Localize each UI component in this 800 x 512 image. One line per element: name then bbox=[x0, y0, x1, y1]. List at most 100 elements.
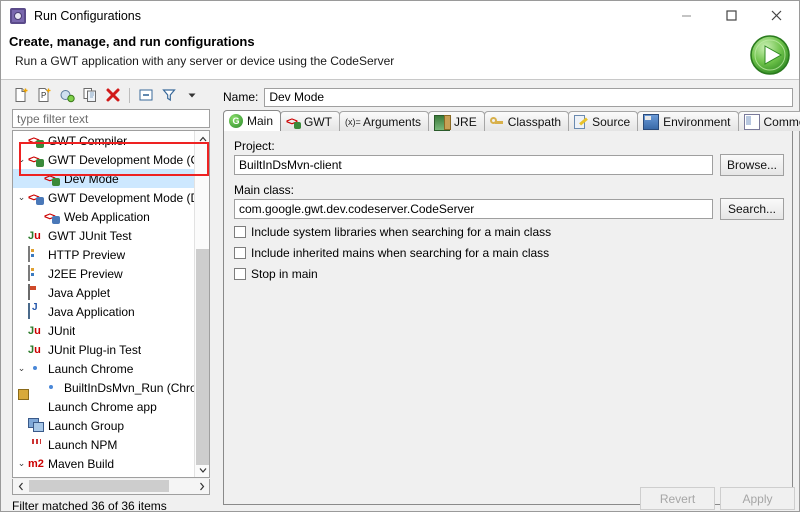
tab-label: JRE bbox=[454, 114, 477, 129]
tree-item-label: GWT Development Mode (CodeServer) bbox=[48, 152, 195, 167]
tree-item[interactable]: <> GWT Compiler bbox=[13, 131, 195, 150]
maximize-button[interactable] bbox=[709, 1, 754, 30]
title-bar: Run Configurations bbox=[1, 1, 799, 30]
chevron-down-icon[interactable]: ⌄ bbox=[15, 188, 28, 207]
preview-icon bbox=[28, 245, 44, 263]
checkbox-stop-in-main[interactable]: Stop in main bbox=[234, 267, 318, 281]
filter-icon[interactable] bbox=[159, 85, 179, 105]
duplicate-icon[interactable] bbox=[80, 85, 100, 105]
tree-item[interactable]: <> Web Application bbox=[13, 207, 195, 226]
tree-item[interactable]: Ju JUnit Plug-in Test bbox=[13, 340, 195, 359]
tree-item[interactable]: HTTP Preview bbox=[13, 245, 195, 264]
tree-item[interactable]: m2 BuiltInDsMvn_package bbox=[13, 473, 195, 478]
collapse-all-icon[interactable] bbox=[136, 85, 156, 105]
tree-hscroll-thumb[interactable] bbox=[29, 480, 169, 492]
browse-button[interactable]: Browse... bbox=[720, 154, 784, 176]
tab-source[interactable]: Source bbox=[568, 111, 639, 131]
name-input[interactable]: Dev Mode bbox=[264, 87, 793, 107]
tree-vertical-scrollbar[interactable] bbox=[194, 131, 209, 477]
tree-item[interactable]: Java Application bbox=[13, 302, 195, 321]
tree-item[interactable]: ⌄ m2 Maven Build bbox=[13, 454, 195, 473]
configurations-tree[interactable]: <>GWT Compiler⌄<>GWT Development Mode (C… bbox=[12, 130, 210, 478]
chrome-icon bbox=[44, 380, 60, 396]
filter-input[interactable]: type filter text bbox=[12, 109, 210, 128]
chevron-right-icon[interactable] bbox=[194, 479, 209, 493]
tree-item-label: HTTP Preview bbox=[48, 247, 126, 262]
menu-dropdown-icon[interactable] bbox=[182, 85, 202, 105]
close-button[interactable] bbox=[754, 1, 799, 30]
checkbox-include-inherited-mains[interactable]: Include inherited mains when searching f… bbox=[234, 246, 549, 260]
tab-gwt[interactable]: <> GWT bbox=[280, 111, 341, 131]
checkbox-box[interactable] bbox=[234, 247, 246, 259]
revert-button[interactable]: Revert bbox=[640, 487, 715, 510]
tree-twisty-empty bbox=[15, 435, 28, 454]
tree-item-label: Maven Build bbox=[48, 456, 115, 471]
maven-icon: m2 bbox=[44, 475, 60, 478]
tree-twisty-empty bbox=[15, 283, 28, 302]
tree-item[interactable]: BuiltInDsMvn_Run (Chrome) bbox=[13, 378, 195, 397]
tree-item[interactable]: ⌄ Launch Chrome bbox=[13, 359, 195, 378]
checkbox-label: Include system libraries when searching … bbox=[251, 225, 552, 239]
gwt-devmode-icon: <> bbox=[28, 191, 40, 204]
checkbox-box[interactable] bbox=[234, 226, 246, 238]
search-button[interactable]: Search... bbox=[720, 198, 784, 220]
main-class-input-value: com.google.gwt.dev.codeserver.CodeServer bbox=[239, 202, 475, 216]
checkbox-box[interactable] bbox=[234, 268, 246, 280]
tab-classpath[interactable]: Classpath bbox=[483, 111, 570, 131]
tab-label: Environment bbox=[663, 114, 731, 129]
tree-twisty-empty bbox=[15, 131, 28, 150]
tree-item[interactable]: Ju GWT JUnit Test bbox=[13, 226, 195, 245]
tree-item[interactable]: Launch NPM bbox=[13, 435, 195, 454]
minimize-button[interactable] bbox=[664, 1, 709, 30]
gwt-codeserver-icon: <> bbox=[28, 153, 40, 166]
maven-icon: m2 bbox=[28, 457, 44, 470]
tab-label: Common bbox=[763, 114, 800, 129]
tree-twisty-empty bbox=[15, 226, 28, 245]
tab-main[interactable]: G Main bbox=[223, 110, 282, 131]
export-icon[interactable] bbox=[57, 85, 77, 105]
run-configurations-icon bbox=[10, 7, 26, 24]
project-input[interactable]: BuiltInDsMvn-client bbox=[234, 155, 713, 175]
source-tab-icon bbox=[574, 114, 588, 129]
tab-arguments[interactable]: (x)= Arguments bbox=[339, 111, 430, 131]
checkbox-include-system-libraries[interactable]: Include system libraries when searching … bbox=[234, 225, 551, 239]
tree-item[interactable]: Java Applet bbox=[13, 283, 195, 302]
page-title: Create, manage, and run configurations bbox=[9, 34, 255, 49]
apply-button[interactable]: Apply bbox=[720, 487, 795, 510]
tree-item[interactable]: J2EE Preview bbox=[13, 264, 195, 283]
tree-item[interactable]: Launch Group bbox=[13, 416, 195, 435]
svg-text:P: P bbox=[41, 91, 46, 100]
project-input-value: BuiltInDsMvn-client bbox=[239, 158, 342, 172]
tree-twisty-empty bbox=[15, 416, 28, 435]
tab-environment[interactable]: Environment bbox=[637, 111, 739, 131]
tree-twisty-empty bbox=[15, 169, 28, 188]
tree-item[interactable]: <> Dev Mode bbox=[13, 169, 195, 188]
java-applet-icon bbox=[28, 283, 44, 301]
main-class-input[interactable]: com.google.gwt.dev.codeserver.CodeServer bbox=[234, 199, 713, 219]
run-configurations-dialog: Run Configurations Create, manage, and r… bbox=[0, 0, 800, 512]
tree-scroll-thumb[interactable] bbox=[196, 249, 209, 465]
tree-item[interactable]: Ju JUnit bbox=[13, 321, 195, 340]
new-prototype-icon[interactable]: P bbox=[34, 85, 54, 105]
chevron-down-icon[interactable]: ⌄ bbox=[15, 359, 28, 378]
tree-item-label: Launch Chrome bbox=[48, 361, 134, 376]
chevron-down-icon[interactable]: ⌄ bbox=[15, 454, 28, 473]
delete-icon[interactable] bbox=[103, 85, 123, 105]
tree-item[interactable]: ⌄<> GWT Development Mode (DevMode) bbox=[13, 188, 195, 207]
tab-jre[interactable]: JRE bbox=[428, 111, 485, 131]
configurations-panel: P type filter text <> GWT Compiler ⌄ <> … bbox=[7, 83, 215, 512]
tree-item[interactable]: ⌄<> GWT Development Mode (CodeServer) bbox=[13, 150, 195, 169]
chrome-app-icon bbox=[28, 399, 44, 415]
tree-item[interactable]: Launch Chrome app bbox=[13, 397, 195, 416]
java-application-icon bbox=[28, 302, 44, 320]
junit-icon: Ju bbox=[28, 324, 41, 337]
tree-item-label: Java Applet bbox=[48, 285, 111, 300]
chevron-up-icon[interactable] bbox=[195, 131, 209, 146]
filter-placeholder: type filter text bbox=[17, 111, 89, 126]
new-configuration-icon[interactable] bbox=[11, 85, 31, 105]
chevron-left-icon[interactable] bbox=[13, 479, 28, 493]
chevron-down-icon[interactable]: ⌄ bbox=[15, 150, 28, 169]
chevron-down-icon[interactable] bbox=[195, 462, 209, 477]
tab-common[interactable]: Common bbox=[737, 111, 800, 131]
tree-horizontal-scrollbar[interactable] bbox=[12, 479, 210, 495]
